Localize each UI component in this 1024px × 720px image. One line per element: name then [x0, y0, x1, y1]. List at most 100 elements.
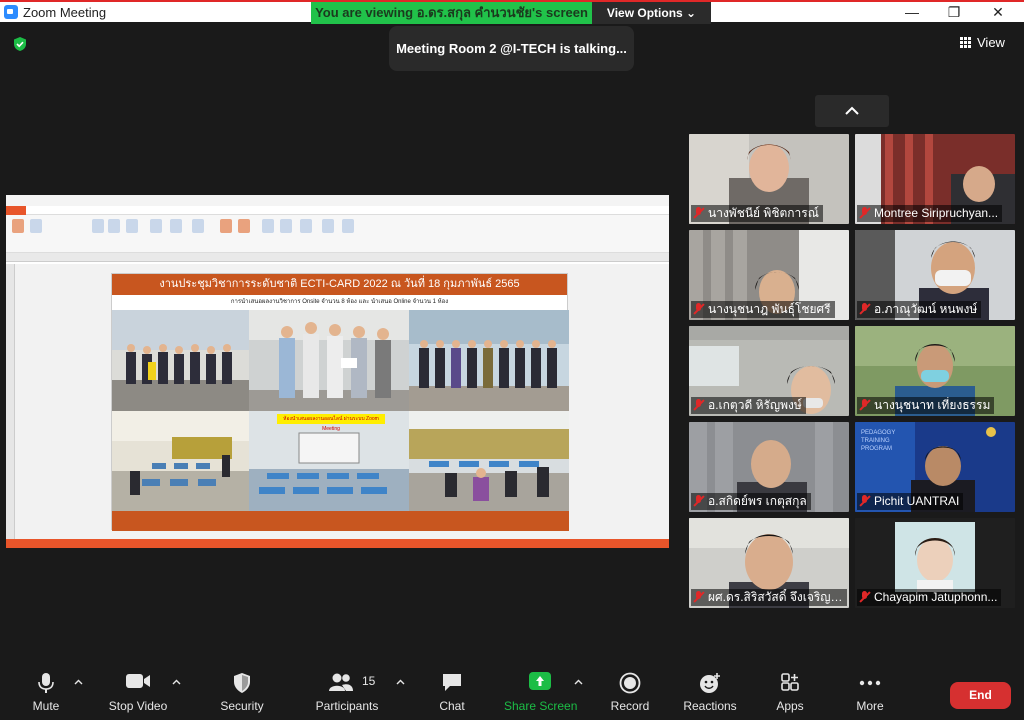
- stop-video-button[interactable]: Stop Video: [104, 662, 172, 720]
- participants-label: Participants: [315, 699, 379, 713]
- stop-video-label: Stop Video: [108, 699, 168, 713]
- reactions-button[interactable]: Reactions: [680, 662, 740, 720]
- view-label: View: [977, 35, 1005, 50]
- slide-subtitle: การนำเสนอผลงานวิชาการ Onsite จำนวน 8 ห้อ…: [230, 299, 449, 305]
- participants-options-chevron-icon[interactable]: [396, 678, 405, 687]
- share-screen-label: Share Screen: [504, 699, 578, 713]
- talking-indicator: Meeting Room 2 @I-TECH is talking...: [389, 26, 634, 71]
- share-screen-icon: [529, 672, 551, 690]
- slide-footer-bar: [112, 511, 569, 531]
- participant-tile[interactable]: อ.สกิดย์พร เกตุสกุล: [689, 422, 849, 512]
- photo-collage: ห้องนำเสนอผลงานออนไลน์ ผ่านระบบ Zoom Mee…: [112, 310, 569, 511]
- microphone-icon: [38, 673, 54, 693]
- zoom-room-tag: ห้องนำเสนอผลงานออนไลน์ ผ่านระบบ Zoom Mee…: [277, 414, 385, 432]
- view-button[interactable]: View: [960, 32, 1005, 54]
- svg-text:PROGRAM: PROGRAM: [861, 446, 892, 452]
- shared-screen[interactable]: งานประชุมวิชาการระดับชาติ ECTI-CARD 2022…: [6, 195, 669, 548]
- record-label: Record: [610, 699, 650, 713]
- photo-group-right: [409, 310, 569, 411]
- photo-classroom-left: [112, 411, 249, 511]
- nitro-document-tabs: [6, 253, 669, 262]
- participant-tile[interactable]: นางพัชนีย์ พิชิตการณ์: [689, 134, 849, 224]
- svg-text:PEDAGOGY: PEDAGOGY: [861, 430, 895, 436]
- mute-label: Mute: [32, 699, 60, 713]
- mute-options-chevron-icon[interactable]: [74, 678, 83, 687]
- participant-tile[interactable]: ผศ.ดร.สิริสวัสดิ์ จึงเจริญนิ...: [689, 518, 849, 608]
- slide-title: งานประชุมวิชาการระดับชาติ ECTI-CARD 2022…: [112, 274, 567, 295]
- security-button[interactable]: Security: [212, 662, 272, 720]
- photo-classroom-right: [409, 411, 569, 511]
- close-button[interactable]: ✕: [976, 2, 1020, 22]
- share-screen-button[interactable]: Share Screen: [504, 662, 578, 720]
- participant-name: นางพัชนีย์ พิชิตการณ์: [691, 205, 823, 222]
- collapse-thumbnails-button[interactable]: [815, 95, 889, 127]
- window-title: Zoom Meeting: [23, 5, 107, 20]
- video-camera-icon: [126, 674, 150, 688]
- mic-muted-icon: [859, 207, 870, 219]
- participant-name: Montree Siripruchyan...: [857, 205, 1003, 222]
- participant-tile[interactable]: อ.ภาณุวัฒน์ หนพงษ์: [855, 230, 1015, 320]
- more-button[interactable]: More: [846, 662, 894, 720]
- nitro-status-bar: [6, 539, 669, 548]
- encryption-shield-icon[interactable]: [12, 36, 28, 52]
- participant-tile[interactable]: Montree Siripruchyan...: [855, 134, 1015, 224]
- svg-text:TRAINING: TRAINING: [861, 438, 890, 444]
- participant-name: ผศ.ดร.สิริสวัสดิ์ จึงเจริญนิ...: [691, 589, 847, 606]
- chat-button[interactable]: Chat: [428, 662, 476, 720]
- pdf-document-area: งานประชุมวิชาการระดับชาติ ECTI-CARD 2022…: [6, 264, 669, 539]
- chevron-up-icon: [845, 106, 859, 115]
- smiley-icon: [700, 673, 720, 693]
- participant-name: นางนุชนาฎ พันธุ์โชยศรี: [691, 301, 835, 318]
- mic-muted-icon: [693, 207, 704, 219]
- more-label: More: [856, 699, 884, 713]
- nitro-window-titlebar: [6, 195, 669, 206]
- zoom-app-icon: [4, 5, 18, 19]
- mic-muted-icon: [693, 495, 704, 507]
- pages-side-pane: [6, 264, 15, 539]
- video-options-chevron-icon[interactable]: [172, 678, 181, 687]
- end-meeting-button[interactable]: End: [950, 682, 1011, 709]
- nitro-ribbon: [6, 215, 669, 253]
- maximize-button[interactable]: ❐: [932, 2, 976, 22]
- participant-tile[interactable]: อ.เกตุวดี หิรัญพงษ์: [689, 326, 849, 416]
- participant-name: อ.เกตุวดี หิรัญพงษ์: [691, 397, 806, 414]
- chat-icon: [443, 674, 461, 691]
- share-options-chevron-icon[interactable]: [574, 678, 583, 687]
- participant-tile[interactable]: นางนุชนาท เที่ยงธรรม: [855, 326, 1015, 416]
- minimize-button[interactable]: —: [890, 2, 934, 22]
- mic-muted-icon: [859, 495, 870, 507]
- participant-tile[interactable]: Chayapim Jatuphonn...: [855, 518, 1015, 608]
- participants-button[interactable]: Participants: [312, 662, 382, 720]
- record-icon: [619, 672, 641, 694]
- participant-name: Pichit UANTRAI: [857, 493, 964, 510]
- nitro-file-tab: [6, 206, 26, 215]
- participant-name: อ.ภาณุวัฒน์ หนพงษ์: [857, 301, 982, 318]
- gallery-grid-icon: [960, 37, 971, 48]
- mic-muted-icon: [693, 399, 704, 411]
- apps-button[interactable]: Apps: [768, 662, 812, 720]
- participant-tile[interactable]: PEDAGOGY TRAINING PROGRAM Pichit UANTRAI: [855, 422, 1015, 512]
- view-options-button[interactable]: View Options ⌄: [592, 2, 711, 24]
- photo-online-room: ห้องนำเสนอผลงานออนไลน์ ผ่านระบบ Zoom Mee…: [249, 411, 409, 511]
- more-dots-icon: [859, 680, 881, 686]
- participant-name: อ.สกิดย์พร เกตุสกุล: [691, 493, 811, 510]
- reactions-label: Reactions: [683, 699, 737, 713]
- security-label: Security: [220, 699, 264, 713]
- record-button[interactable]: Record: [604, 662, 656, 720]
- photo-award-handover: [249, 310, 409, 411]
- mic-muted-icon: [859, 399, 870, 411]
- chat-label: Chat: [439, 699, 465, 713]
- participant-tile[interactable]: นางนุชนาฎ พันธุ์โชยศรี: [689, 230, 849, 320]
- apps-icon: [781, 673, 799, 691]
- photo-group-left: [112, 310, 249, 411]
- pdf-page: งานประชุมวิชาการระดับชาติ ECTI-CARD 2022…: [111, 273, 569, 531]
- participants-icon: [329, 673, 354, 691]
- participant-count: 15: [362, 674, 376, 688]
- nitro-ribbon-tabs: [6, 206, 669, 215]
- mute-button[interactable]: Mute: [20, 662, 72, 720]
- shield-icon: [234, 673, 250, 693]
- mic-muted-icon: [859, 591, 870, 603]
- apps-label: Apps: [776, 699, 804, 713]
- mic-muted-icon: [693, 591, 704, 603]
- participant-name: Chayapim Jatuphonn...: [857, 589, 1002, 606]
